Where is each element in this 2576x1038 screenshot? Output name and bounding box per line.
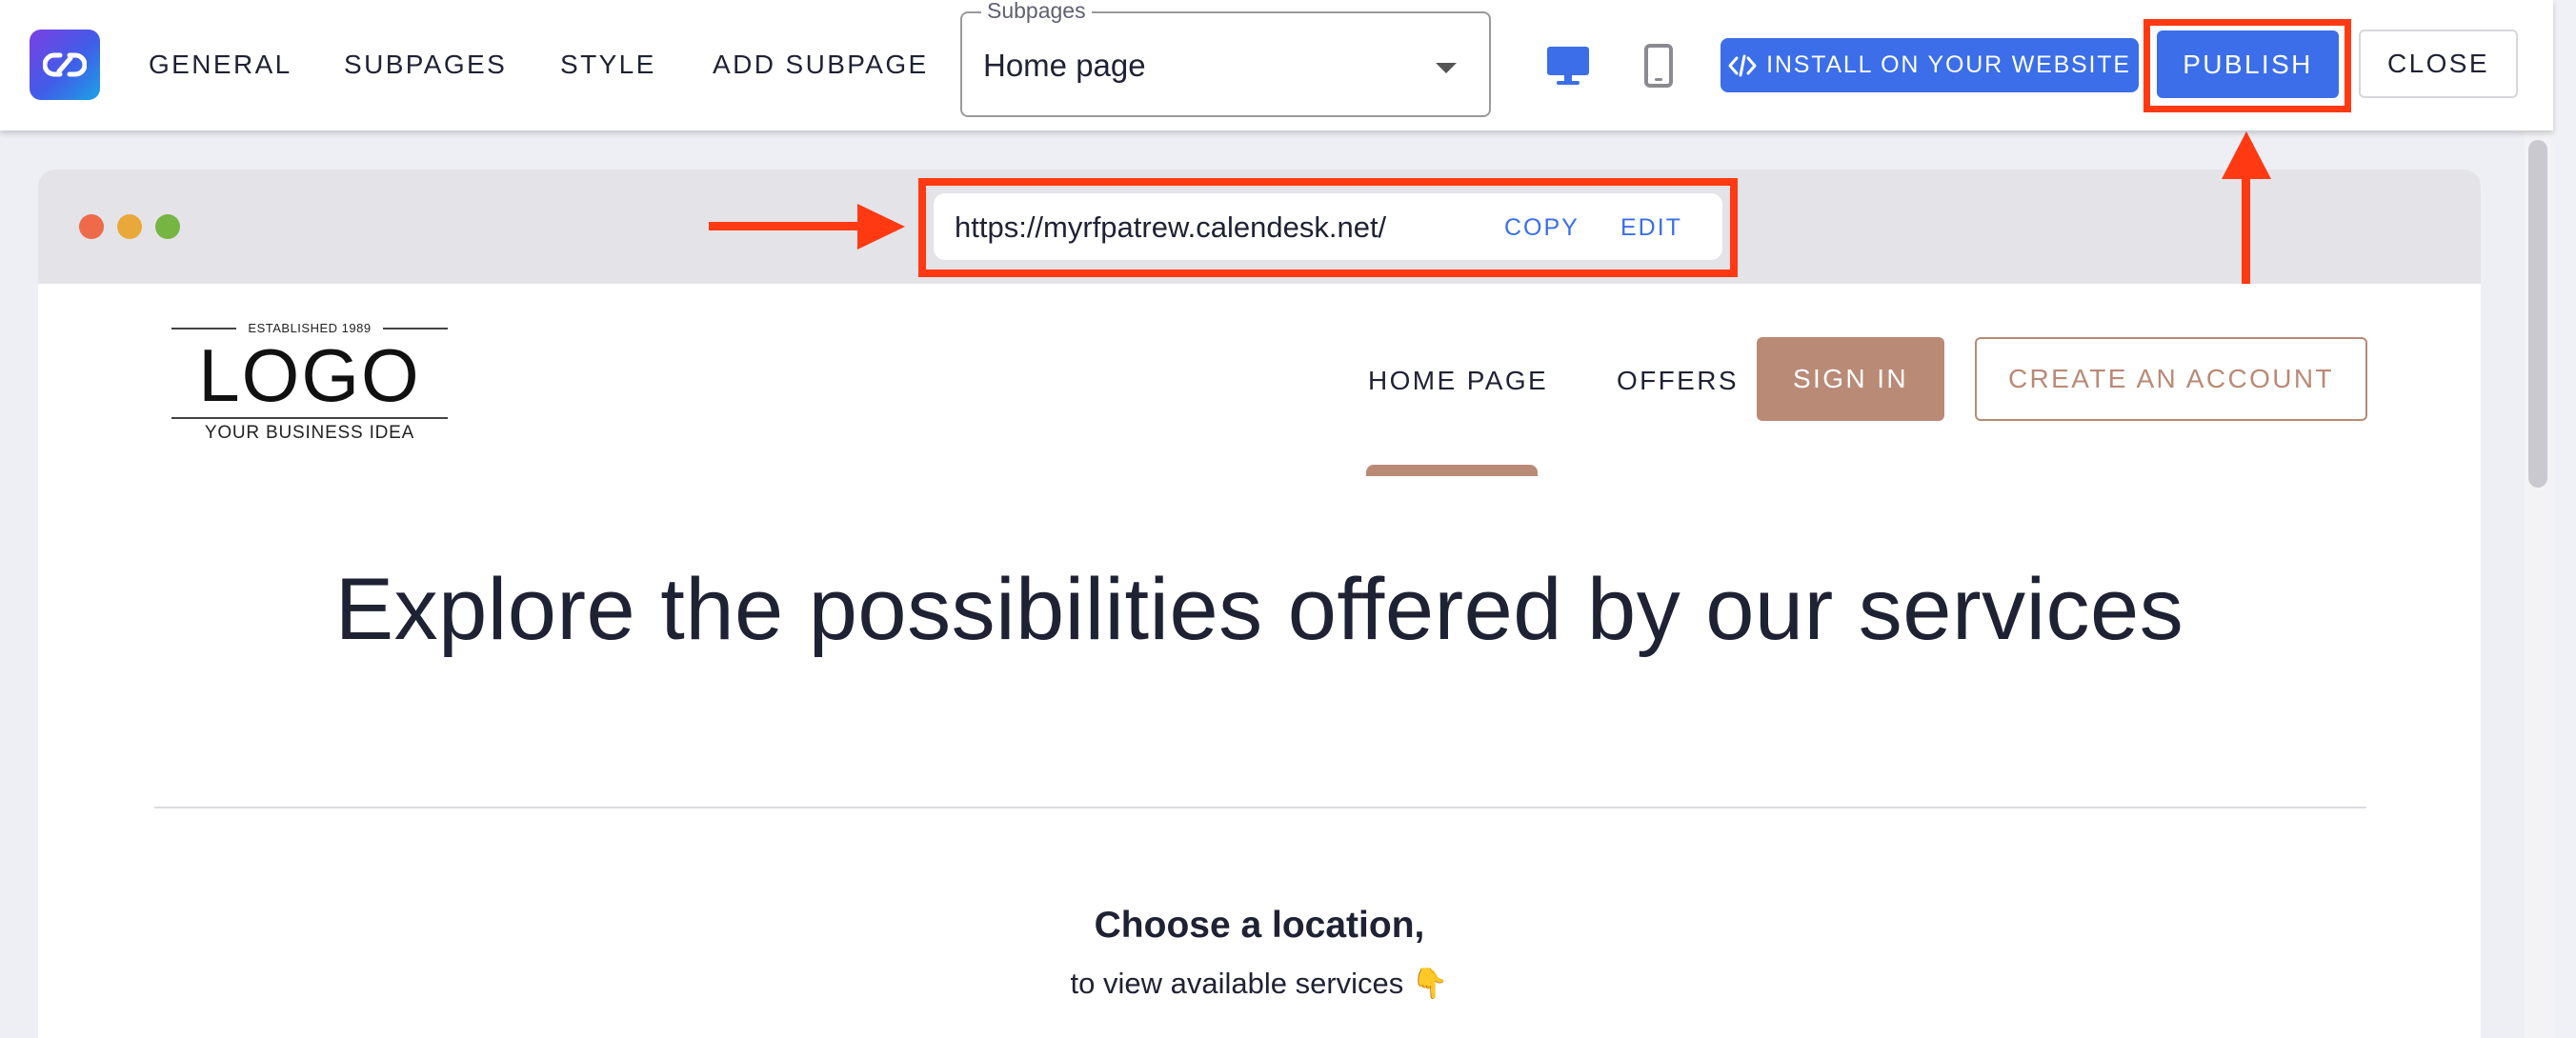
- right-edge-strip: [2553, 0, 2576, 1038]
- logo-rule-right: [383, 328, 448, 329]
- annotation-arrow-up-head: [2222, 131, 2271, 179]
- preview-scrollbar-thumb[interactable]: [2528, 140, 2547, 488]
- edit-url-button[interactable]: EDIT: [1620, 214, 1682, 242]
- annotation-arrow-right: [709, 222, 859, 230]
- site-nav-offers[interactable]: OFFERS: [1617, 366, 1739, 396]
- caret-down-icon: [1436, 63, 1457, 73]
- sign-in-button[interactable]: SIGN IN: [1757, 337, 1944, 421]
- editor-toolbar: GENERAL SUBPAGES STYLE ADD SUBPAGE Subpa…: [0, 0, 2553, 130]
- copy-url-button[interactable]: COPY: [1504, 214, 1580, 242]
- publish-button[interactable]: PUBLISH: [2157, 30, 2339, 98]
- window-maximize-dot: [155, 214, 180, 239]
- logo-tagline: YOUR BUSINESS IDEA: [204, 423, 415, 443]
- mobile-view-button[interactable]: [1633, 40, 1684, 91]
- code-icon: [1728, 54, 1757, 76]
- create-account-button[interactable]: CREATE AN ACCOUNT: [1975, 337, 2367, 421]
- tab-general[interactable]: GENERAL: [149, 50, 292, 82]
- logo-underline: [171, 417, 448, 419]
- tab-subpages[interactable]: SUBPAGES: [344, 50, 507, 82]
- site-nav-home[interactable]: HOME PAGE: [1368, 366, 1548, 396]
- hero-title: Explore the possibilities offered by our…: [334, 561, 2184, 658]
- annotation-arrow-right-head: [857, 204, 905, 250]
- site-url[interactable]: https://myrfpatrew.calendesk.net/: [955, 210, 1386, 245]
- subpages-select-value: Home page: [983, 48, 1146, 83]
- app-logo-icon[interactable]: [30, 30, 100, 100]
- close-button[interactable]: CLOSE: [2359, 30, 2518, 98]
- install-button-label: INSTALL ON YOUR WEBSITE: [1766, 51, 2131, 78]
- location-title: Choose a location,: [1094, 905, 1425, 946]
- window-minimize-dot: [117, 214, 142, 239]
- active-nav-indicator: [1366, 465, 1538, 476]
- location-subtitle: to view available services 👇: [1070, 967, 1449, 1000]
- window-close-dot: [79, 214, 104, 239]
- site-logo[interactable]: ESTABLISHED 1989 LOGO YOUR BUSINESS IDEA: [171, 321, 448, 443]
- subpages-select-label: Subpages: [981, 0, 1092, 24]
- logo-word: LOGO: [198, 333, 421, 417]
- tab-style[interactable]: STYLE: [560, 50, 656, 82]
- website-preview: ESTABLISHED 1989 LOGO YOUR BUSINESS IDEA…: [38, 284, 2481, 1038]
- tab-add-subpage[interactable]: ADD SUBPAGE: [713, 50, 929, 82]
- mobile-phone-icon: [1644, 44, 1673, 88]
- subpages-select[interactable]: Subpages Home page: [960, 0, 1491, 117]
- install-on-website-button[interactable]: INSTALL ON YOUR WEBSITE: [1721, 38, 2139, 92]
- desktop-icon: [1547, 47, 1589, 85]
- desktop-view-button[interactable]: [1542, 40, 1594, 91]
- section-divider: [154, 807, 2366, 808]
- url-bar: https://myrfpatrew.calendesk.net/ COPY E…: [934, 193, 1722, 260]
